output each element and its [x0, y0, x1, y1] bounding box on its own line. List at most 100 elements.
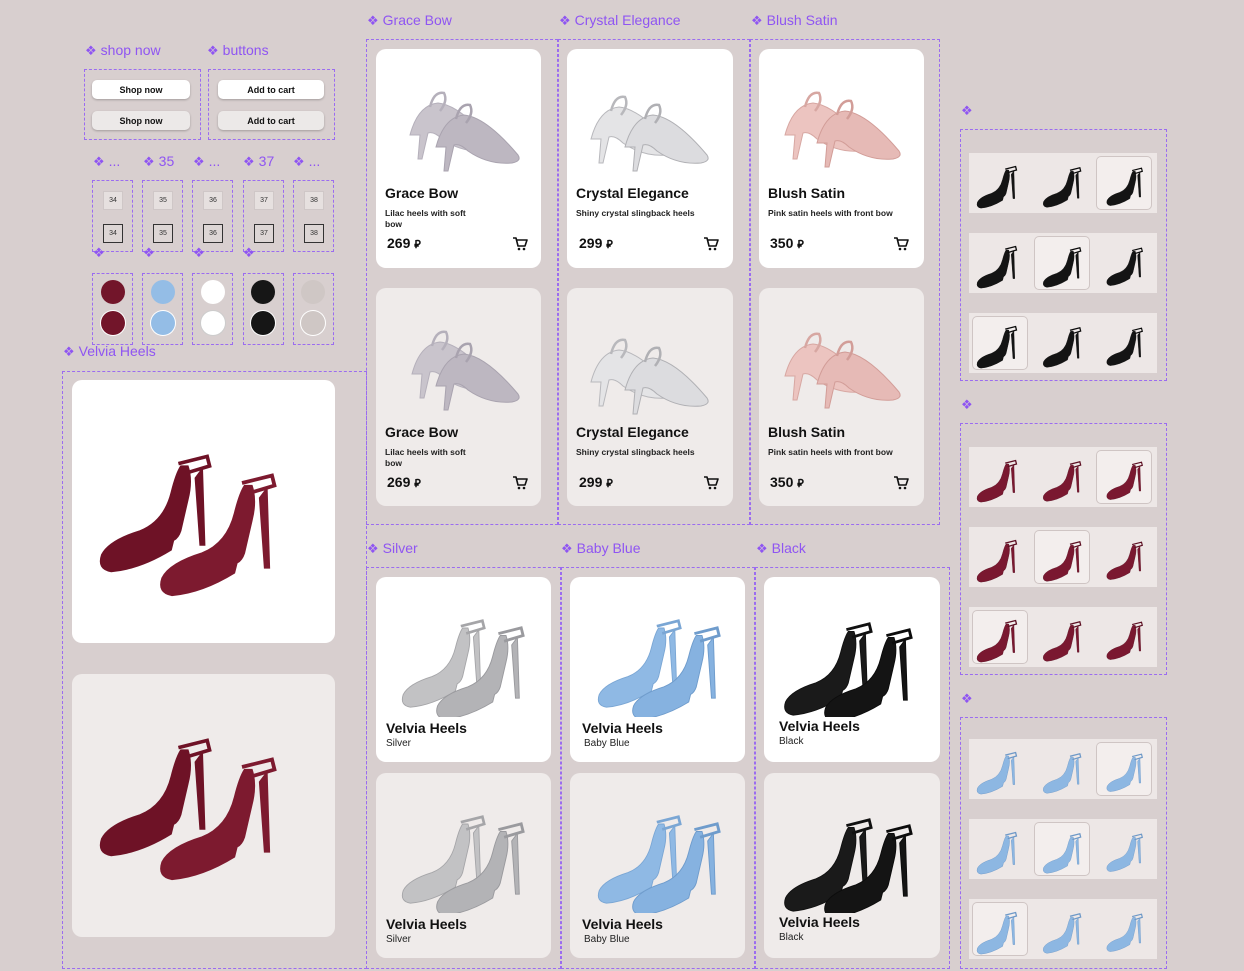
- product-thumbnail[interactable]: [1035, 611, 1089, 663]
- swatch-light-gray[interactable]: [301, 280, 325, 304]
- size-option-34[interactable]: 34: [103, 191, 123, 210]
- label-blush-satin: ❖ Blush Satin: [751, 12, 838, 28]
- size-option-34-selected[interactable]: 34: [103, 224, 123, 243]
- swatch-burgundy-selected[interactable]: [101, 311, 125, 335]
- product-thumbnail[interactable]: [1035, 237, 1089, 289]
- product-thumbnail[interactable]: [1097, 157, 1151, 209]
- velvia-hero-image-card[interactable]: [72, 380, 335, 643]
- product-thumbnail[interactable]: [973, 451, 1027, 503]
- swatch-burgundy[interactable]: [101, 280, 125, 304]
- cart-icon[interactable]: [893, 475, 909, 491]
- variant-color-name: Black: [779, 932, 804, 943]
- heel-thumbnail-image: [1106, 913, 1143, 953]
- crystal-elegance-image: [589, 95, 710, 173]
- diamond-component-icon: ❖: [207, 43, 219, 58]
- product-thumbnail[interactable]: [973, 823, 1027, 875]
- cart-icon[interactable]: [703, 236, 719, 252]
- swatch-black-selected[interactable]: [251, 311, 275, 335]
- product-thumbnail[interactable]: [1035, 743, 1089, 795]
- swatch-black[interactable]: [251, 280, 275, 304]
- label-shop-now: ❖ shop now: [85, 42, 161, 58]
- heel-thumbnail-image: [1042, 327, 1082, 368]
- product-thumbnail[interactable]: [973, 903, 1027, 955]
- product-thumbnail[interactable]: [1035, 903, 1089, 955]
- heel-thumbnail-image: [1042, 167, 1082, 208]
- swatch-white-selected[interactable]: [201, 311, 225, 335]
- size-option-35-selected[interactable]: 35: [153, 224, 173, 243]
- size-option-35[interactable]: 35: [153, 191, 173, 210]
- heel-thumbnail-image: [976, 245, 1018, 289]
- product-card-crystal-elegance[interactable]: Crystal Elegance Shiny crystal slingback…: [567, 49, 733, 268]
- variant-title: Velvia Heels: [779, 718, 860, 734]
- size-option-38-selected[interactable]: 38: [304, 224, 324, 243]
- variant-color-name: Silver: [386, 934, 412, 945]
- product-card-grace-bow[interactable]: Grace Bow Lilac heels with soft bow 269 …: [376, 49, 541, 268]
- product-thumbnail[interactable]: [1097, 531, 1151, 583]
- product-card-grace-bow-hover[interactable]: Grace Bow Lilac heels with soft bow 269 …: [376, 288, 541, 506]
- cart-icon[interactable]: [512, 236, 528, 252]
- product-thumbnail[interactable]: [1035, 823, 1089, 875]
- variant-card-silver[interactable]: Velvia Heels Silver: [376, 577, 551, 762]
- product-description: Pink satin heels with front bow: [768, 447, 893, 457]
- product-thumbnail[interactable]: [1035, 451, 1089, 503]
- product-thumbnail[interactable]: [973, 743, 1027, 795]
- product-thumbnail[interactable]: [1097, 823, 1151, 875]
- size-option-36-selected[interactable]: 36: [203, 224, 223, 243]
- add-to-cart-button[interactable]: Add to cart: [218, 80, 324, 99]
- product-thumbnail[interactable]: [1097, 611, 1151, 663]
- add-to-cart-button-hover[interactable]: Add to cart: [218, 111, 324, 130]
- variant-card-silver-hover[interactable]: Velvia Heels Silver: [376, 773, 551, 958]
- silver-heels-image: [400, 815, 525, 913]
- shop-now-button[interactable]: Shop now: [92, 80, 190, 99]
- variant-card-baby-blue[interactable]: Velvia Heels Baby Blue: [570, 577, 745, 762]
- label-gallery-black: ❖: [961, 102, 977, 119]
- swatch-baby-blue-selected[interactable]: [151, 311, 175, 335]
- product-description: Lilac heels with soft bow: [385, 447, 466, 468]
- variant-card-black-hover[interactable]: Velvia Heels Black: [764, 773, 940, 958]
- product-thumbnail[interactable]: [1097, 317, 1151, 369]
- product-thumbnail[interactable]: [973, 317, 1027, 369]
- shop-now-button-hover[interactable]: Shop now: [92, 111, 190, 130]
- size-option-37[interactable]: 37: [254, 191, 274, 210]
- heel-thumbnail-image: [1106, 327, 1143, 367]
- product-thumbnail[interactable]: [1097, 743, 1151, 795]
- product-thumbnail[interactable]: [973, 531, 1027, 583]
- variant-card-black[interactable]: Velvia Heels Black: [764, 577, 940, 762]
- cart-icon[interactable]: [512, 475, 528, 491]
- variant-title: Velvia Heels: [779, 914, 860, 930]
- velvia-hero-image-card-alt[interactable]: [72, 674, 335, 937]
- product-thumbnail[interactable]: [973, 157, 1027, 209]
- product-price: 299 ⃁: [579, 235, 613, 251]
- variant-card-baby-blue-hover[interactable]: Velvia Heels Baby Blue: [570, 773, 745, 958]
- variant-color-name: Baby Blue: [584, 934, 630, 945]
- label-baby-blue: ❖ Baby Blue: [561, 540, 641, 556]
- heel-thumbnail-image: [976, 619, 1018, 663]
- cart-icon[interactable]: [703, 475, 719, 491]
- product-thumbnail[interactable]: [1035, 531, 1089, 583]
- product-thumbnail[interactable]: [1097, 903, 1151, 955]
- label-color-component: ❖: [93, 244, 109, 261]
- product-thumbnail[interactable]: [1035, 317, 1089, 369]
- blush-satin-image: [783, 91, 902, 169]
- thumbnail-strip-black: [969, 153, 1157, 213]
- swatch-light-gray-selected[interactable]: [301, 311, 325, 335]
- product-thumbnail[interactable]: [973, 237, 1027, 289]
- burgundy-heels-image: [98, 738, 277, 882]
- product-card-blush-satin[interactable]: Blush Satin Pink satin heels with front …: [759, 49, 924, 268]
- size-option-37-selected[interactable]: 37: [254, 224, 274, 243]
- variant-title: Velvia Heels: [582, 720, 663, 736]
- swatch-baby-blue[interactable]: [151, 280, 175, 304]
- product-thumbnail[interactable]: [1035, 157, 1089, 209]
- product-thumbnail[interactable]: [1097, 237, 1151, 289]
- label-gallery-burgundy: ❖: [961, 396, 977, 413]
- product-thumbnail[interactable]: [973, 611, 1027, 663]
- label-size-38: ❖...: [293, 153, 321, 169]
- size-option-36[interactable]: 36: [203, 191, 223, 210]
- cart-icon[interactable]: [893, 236, 909, 252]
- diamond-component-icon: ❖: [751, 13, 763, 28]
- product-card-blush-satin-hover[interactable]: Blush Satin Pink satin heels with front …: [759, 288, 924, 506]
- product-card-crystal-elegance-hover[interactable]: Crystal Elegance Shiny crystal slingback…: [567, 288, 733, 506]
- size-option-38[interactable]: 38: [304, 191, 324, 210]
- product-thumbnail[interactable]: [1097, 451, 1151, 503]
- swatch-white[interactable]: [201, 280, 225, 304]
